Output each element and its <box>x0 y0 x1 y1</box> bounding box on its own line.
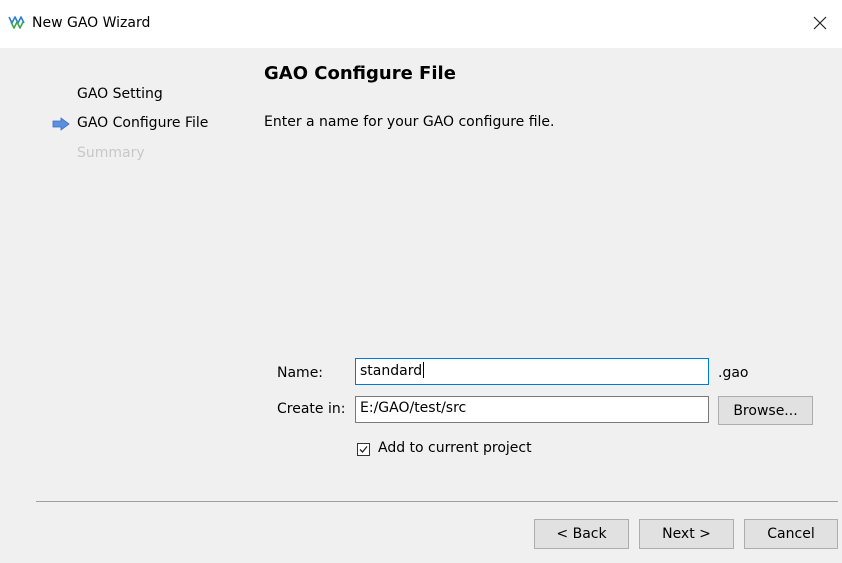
cancel-button[interactable]: Cancel <box>744 519 838 549</box>
step-gao-configure-file: GAO Configure File <box>77 115 209 131</box>
current-step-arrow-icon <box>52 117 70 131</box>
name-input-value: standard <box>360 363 423 379</box>
text-caret <box>423 362 425 378</box>
title-bar[interactable]: New GAO Wizard <box>0 0 842 48</box>
window-title: New GAO Wizard <box>32 15 151 31</box>
close-button[interactable] <box>798 0 842 46</box>
page-title: GAO Configure File <box>264 63 456 84</box>
wizard-window: New GAO Wizard GAO Setting GAO Configure… <box>0 0 842 563</box>
browse-button[interactable]: Browse... <box>718 396 813 425</box>
name-label: Name: <box>277 365 324 381</box>
name-suffix: .gao <box>718 365 749 381</box>
back-button[interactable]: < Back <box>534 519 629 549</box>
name-input[interactable]: standard <box>355 358 709 385</box>
checkmark-icon <box>359 446 368 453</box>
step-gao-setting: GAO Setting <box>77 86 163 102</box>
add-to-project-label[interactable]: Add to current project <box>378 440 532 456</box>
add-to-project-checkbox[interactable] <box>357 443 370 456</box>
next-button[interactable]: Next > <box>639 519 734 549</box>
wizard-content: GAO Setting GAO Configure File Summary G… <box>0 48 842 563</box>
footer-divider <box>36 501 838 502</box>
step-summary: Summary <box>77 145 145 161</box>
create-in-input[interactable]: E:/GAO/test/src <box>355 396 709 423</box>
gowin-logo-icon <box>8 16 25 29</box>
page-description: Enter a name for your GAO configure file… <box>264 114 555 130</box>
create-in-input-value: E:/GAO/test/src <box>360 400 467 416</box>
create-in-label: Create in: <box>277 401 346 417</box>
close-icon <box>813 16 827 30</box>
